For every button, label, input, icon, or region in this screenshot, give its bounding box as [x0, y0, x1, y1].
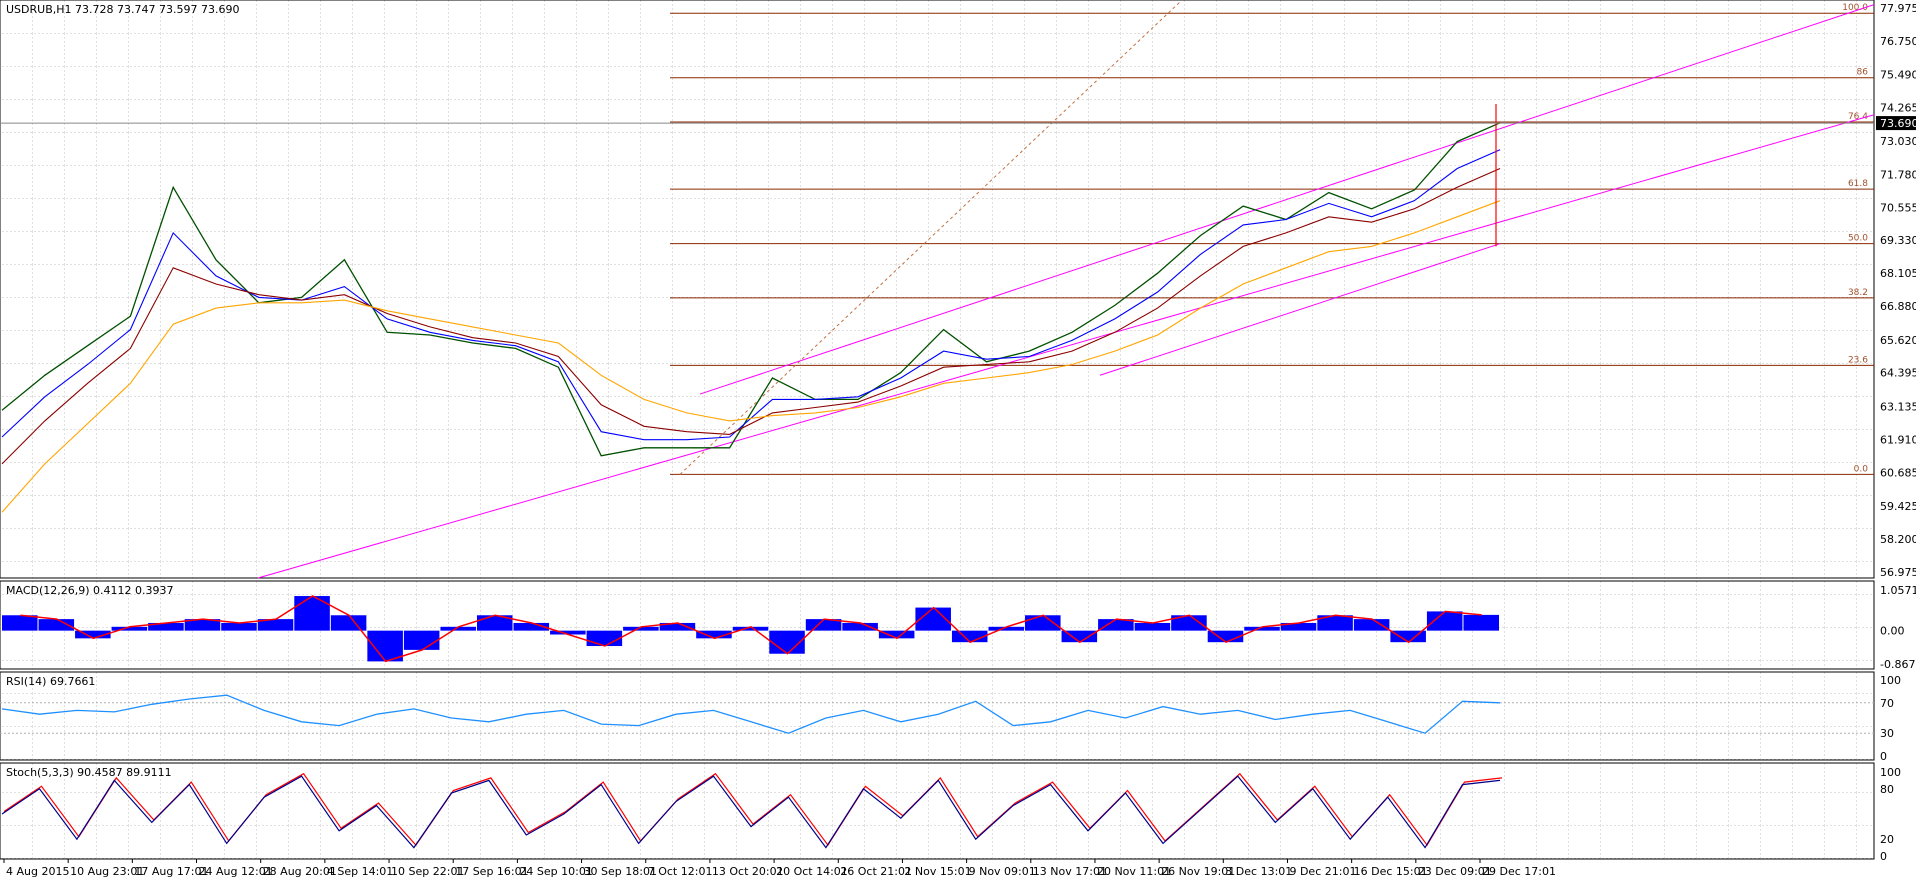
- macd-bar: [330, 615, 367, 631]
- macd-tick-label: -0.8673: [1880, 658, 1916, 671]
- price-tick-label: 76.750: [1880, 35, 1916, 48]
- price-tick-label: 75.490: [1880, 69, 1916, 82]
- price-tick-label: 73.030: [1880, 135, 1916, 148]
- time-tick-label: 9 Dec 21:01: [1289, 865, 1356, 878]
- macd-bar: [1463, 614, 1499, 631]
- macd-bar: [221, 622, 257, 631]
- price-tick-label: 64.395: [1880, 367, 1916, 380]
- rsi-axis: 100 70 30 0: [1880, 674, 1901, 763]
- time-tick-label: 20 Oct 14:01: [776, 865, 848, 878]
- macd-bar: [878, 630, 915, 639]
- rsi-tick-label: 100: [1880, 674, 1901, 687]
- time-tick-label: 7 Oct 12:01: [648, 865, 713, 878]
- time-axis: 4 Aug 2015 10 Aug 23:0117 Aug 17:0124 Aug…: [3, 859, 1556, 878]
- price-tick-label: 66.880: [1880, 300, 1916, 313]
- time-tick-label: 24 Aug 12:01: [199, 865, 273, 878]
- stoch-tick-label: 0: [1880, 850, 1887, 863]
- time-tick-label: 10 Sep 22:01: [391, 865, 464, 878]
- time-tick-label: 3 Dec 13:01: [1225, 865, 1292, 878]
- macd-bar: [1353, 619, 1390, 631]
- rsi-tick-label: 0: [1880, 750, 1887, 763]
- time-tick-label: 17 Aug 17:01: [134, 865, 208, 878]
- price-tick-label: 74.265: [1880, 102, 1916, 115]
- stoch-title: Stoch(5,3,3) 90.4587 89.9111: [6, 766, 172, 779]
- price-tick-label: 65.620: [1880, 334, 1916, 347]
- rsi-tick-label: 70: [1880, 697, 1894, 710]
- macd-title: MACD(12,26,9) 0.4112 0.3937: [6, 584, 174, 597]
- time-tick-label: 4 Sep 14:01: [327, 865, 393, 878]
- stoch-pane: [0, 762, 1875, 860]
- macd-bar: [2, 615, 38, 631]
- time-tick-label: 30 Sep 18:01: [584, 865, 657, 878]
- macd-tick-label: 1.0571: [1880, 584, 1916, 597]
- price-tick-label: 71.780: [1880, 168, 1916, 181]
- time-tick-label: 4 Aug 2015: [6, 865, 69, 878]
- price-pane: [0, 0, 1875, 579]
- price-tick-label: 60.685: [1880, 466, 1916, 479]
- current-price-label: 73.690: [1880, 117, 1916, 130]
- rsi-title: RSI(14) 69.7661: [6, 675, 95, 688]
- rsi-tick-label: 30: [1880, 727, 1894, 740]
- time-tick-label: 16 Dec 15:01: [1354, 865, 1428, 878]
- price-tick-label: 77.975: [1880, 2, 1916, 15]
- fib-level-label: 50.0: [1848, 234, 1868, 244]
- time-tick-label: 24 Sep 10:01: [519, 865, 592, 878]
- macd-bar: [403, 630, 440, 650]
- time-tick-label: 23 Dec 09:01: [1418, 865, 1492, 878]
- time-tick-label: 17 Sep 16:01: [455, 865, 528, 878]
- time-tick-label: 28 Aug 20:01: [263, 865, 337, 878]
- time-tick-label: 2 Nov 15:01: [904, 865, 971, 878]
- macd-tick-label: 0.00: [1880, 625, 1905, 638]
- price-title: USDRUB,H1 73.728 73.747 73.597 73.690: [6, 3, 239, 16]
- stoch-tick-label: 100: [1880, 766, 1901, 779]
- time-tick-label: 9 Nov 09:01: [969, 865, 1036, 878]
- time-tick-label: 26 Nov 19:01: [1161, 865, 1235, 878]
- macd-bar: [1025, 615, 1061, 631]
- macd-bar: [294, 596, 330, 631]
- macd-bar: [1426, 611, 1463, 631]
- macd-bar: [842, 622, 878, 631]
- time-tick-label: 26 Oct 21:01: [840, 865, 912, 878]
- macd-bar: [586, 630, 623, 647]
- time-tick-label: 13 Oct 20:01: [712, 865, 784, 878]
- fib-level-label: 23.6: [1848, 355, 1868, 365]
- price-tick-label: 58.200: [1880, 533, 1916, 546]
- price-tick-label: 59.425: [1880, 500, 1916, 513]
- stoch-tick-label: 80: [1880, 783, 1894, 796]
- fib-level-label: 38.2: [1848, 288, 1868, 298]
- macd-axis: 1.0571 0.00 -0.8673: [1880, 584, 1916, 671]
- price-tick-label: 56.975: [1880, 566, 1916, 579]
- price-tick-label: 68.105: [1880, 267, 1916, 280]
- time-tick-label: 10 Aug 23:01: [70, 865, 144, 878]
- fib-level-label: 0.0: [1854, 464, 1869, 474]
- price-tick-label: 61.910: [1880, 433, 1916, 446]
- fib-level-label: 61.8: [1848, 179, 1868, 189]
- time-tick-label: 29 Dec 17:01: [1482, 865, 1556, 878]
- mt4-chart: USDRUB,H1 73.728 73.747 73.597 73.690 MA…: [0, 0, 1916, 878]
- time-tick-label: 20 Nov 11:01: [1097, 865, 1171, 878]
- macd-bar: [1134, 622, 1171, 631]
- price-tick-label: 70.555: [1880, 201, 1916, 214]
- price-tick-label: 69.330: [1880, 234, 1916, 247]
- price-tick-label: 63.135: [1880, 401, 1916, 414]
- time-tick-label: 13 Nov 17:01: [1033, 865, 1107, 878]
- stoch-tick-label: 20: [1880, 833, 1894, 846]
- stoch-axis: 100 80 20 0: [1880, 766, 1901, 863]
- fib-level-label: 86: [1857, 68, 1869, 78]
